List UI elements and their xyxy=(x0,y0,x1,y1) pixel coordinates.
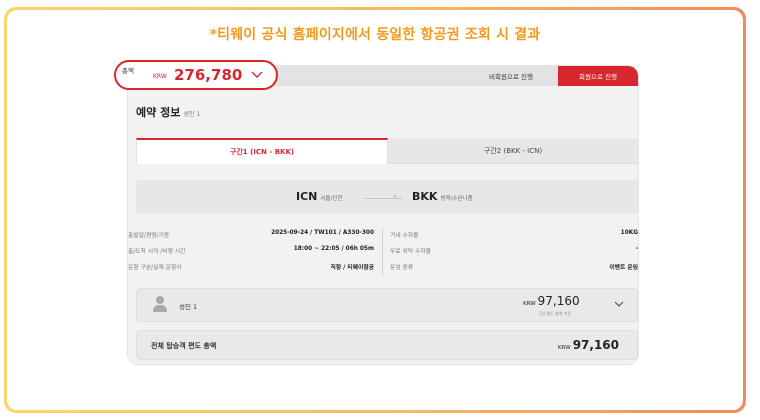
pill-amount: 276,780 xyxy=(174,66,243,84)
detail-label: 무료 위탁 수하물 xyxy=(390,249,432,255)
detail-row: 운임 종류 이벤트 운임 xyxy=(390,262,638,278)
origin-name: 서울/인천 xyxy=(320,196,343,202)
detail-label: 출발일/편명/기종 xyxy=(128,233,170,239)
total-amount-pill[interactable]: 총액 KRW 276,780 xyxy=(114,60,278,90)
frame-inner: *티웨이 공식 홈페이지에서 동일한 항공권 조회 시 결과 비회원으로 진행 … xyxy=(7,10,743,410)
pill-label: 총액 xyxy=(122,67,134,75)
detail-label: 기내 수하물 xyxy=(390,233,419,239)
detail-label: 운임 종류 xyxy=(390,265,414,271)
pill-currency: KRW xyxy=(153,73,167,80)
detail-row: 출발일/편명/기종 2025-09-24 / TW101 / A330-300 xyxy=(128,230,374,246)
detail-row: 출/도착 시각 /비행 시간 18:00 ~ 22:05 / 06h 05m xyxy=(128,246,374,262)
passenger-price: KRW 97,160 xyxy=(523,294,580,308)
detail-label: 출/도착 시각 /비행 시간 xyxy=(128,249,186,255)
gradient-frame: *티웨이 공식 홈페이지에서 동일한 항공권 조회 시 결과 비회원으로 진행 … xyxy=(4,7,746,413)
passenger-label: 성인 1 xyxy=(179,303,198,311)
reservation-title-text: 예약 정보 xyxy=(136,106,181,119)
tab-segment-1[interactable]: 구간1 (ICN - BKK) xyxy=(136,138,388,164)
detail-row: 무료 위탁 수하물 - xyxy=(390,246,638,262)
detail-value: 직항 / 티웨이항공 xyxy=(330,265,375,271)
tab-segment-2[interactable]: 구간2 (BKK - ICN) xyxy=(388,138,638,164)
nonmember-button[interactable]: 비회원으로 진행 xyxy=(464,66,558,86)
total-amount: 97,160 xyxy=(572,338,619,352)
booking-screenshot-card: 비회원으로 진행 회원으로 진행 예약 정보 성인 1 구간1 (ICN - BK… xyxy=(128,66,638,364)
details-divider xyxy=(382,228,383,276)
reservation-title: 예약 정보 성인 1 xyxy=(136,104,200,120)
total-fare-row: 전체 탑승객 편도 총액 KRW 97,160 xyxy=(136,330,638,360)
passenger-fare-row[interactable]: 성인 1 KRW 97,160 1인 편도 총액 기준 xyxy=(136,288,638,322)
reservation-subtitle: 성인 1 xyxy=(183,111,201,118)
destination-code: BKK xyxy=(412,190,438,203)
person-icon-head xyxy=(156,296,164,304)
destination-name: 방콕/수완나품 xyxy=(440,196,473,202)
detail-row: 기내 수하물 10KG xyxy=(390,230,638,246)
detail-row: 운항 구분/실제 운항사 직항 / 티웨이항공 xyxy=(128,262,374,278)
arrow-right-icon: ▸ xyxy=(394,193,398,200)
route-summary: ICN 서울/인천 ▸ BKK 방콕/수완나품 xyxy=(136,180,638,214)
total-currency: KRW xyxy=(558,345,571,351)
person-icon xyxy=(153,296,167,314)
origin-code: ICN xyxy=(296,190,318,203)
detail-value: 2025-09-24 / TW101 / A330-300 xyxy=(271,230,374,236)
passenger-amount: 97,160 xyxy=(537,294,580,308)
total-label: 전체 탑승객 편도 총액 xyxy=(151,342,217,350)
detail-value: 이벤트 운임 xyxy=(609,265,638,271)
person-icon-body xyxy=(153,305,167,312)
route-origin: ICN 서울/인천 xyxy=(296,190,342,203)
segment-tabs: 구간1 (ICN - BKK) 구간2 (BKK - ICN) xyxy=(136,138,638,164)
baggage-details: 기내 수하물 10KG 무료 위탁 수하물 - 운임 종류 이벤트 운임 xyxy=(390,230,638,278)
detail-value: - xyxy=(635,246,638,252)
headline: *티웨이 공식 홈페이지에서 동일한 항공권 조회 시 결과 xyxy=(209,27,541,43)
chevron-down-icon[interactable] xyxy=(613,298,625,310)
detail-value: 10KG xyxy=(620,230,638,236)
flight-details: 출발일/편명/기종 2025-09-24 / TW101 / A330-300 … xyxy=(128,230,374,278)
passenger-currency: KRW xyxy=(523,301,536,307)
total-price: KRW 97,160 xyxy=(558,338,619,352)
detail-value: 18:00 ~ 22:05 / 06h 05m xyxy=(293,246,374,252)
route-destination: BKK 방콕/수완나품 xyxy=(412,190,473,203)
detail-label: 운항 구분/실제 운항사 xyxy=(128,265,182,271)
chevron-down-icon[interactable] xyxy=(250,69,264,81)
passenger-price-note: 1인 편도 총액 기준 xyxy=(539,311,572,316)
member-button[interactable]: 회원으로 진행 xyxy=(558,66,638,86)
